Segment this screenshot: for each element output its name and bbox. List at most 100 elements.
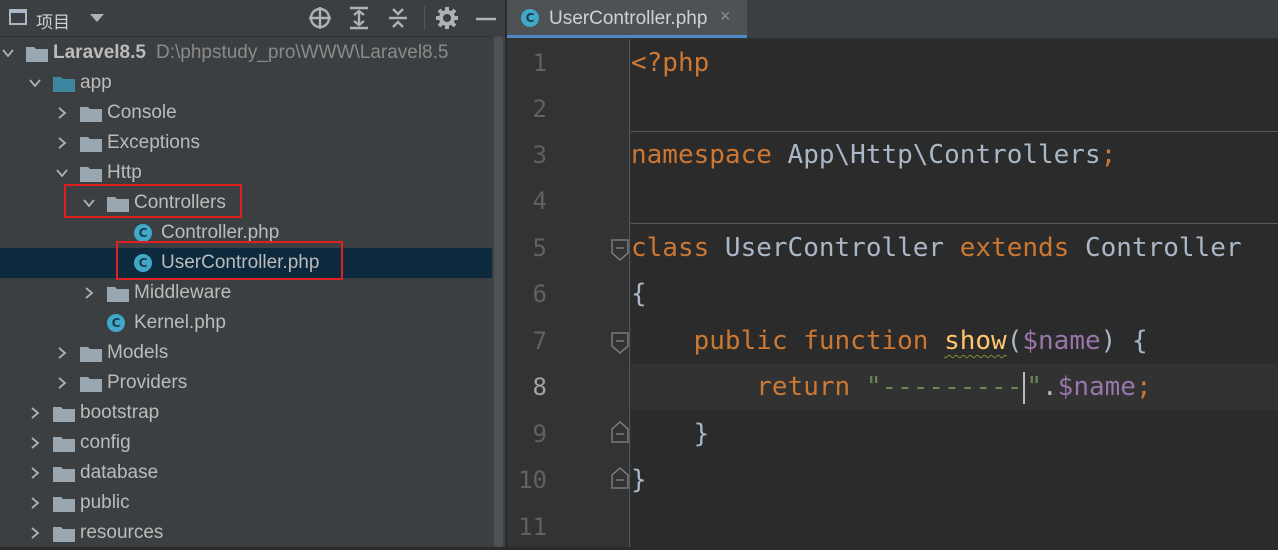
- tree-item-label: public: [80, 492, 130, 513]
- line-number: 2: [532, 95, 547, 123]
- code-line-10[interactable]: }: [631, 457, 1278, 503]
- keyword-public: public: [693, 326, 788, 356]
- folder-icon: [80, 137, 102, 152]
- tree-item-models[interactable]: Models: [0, 338, 492, 368]
- fold-open-icon[interactable]: [610, 239, 630, 261]
- code-line-7[interactable]: public function show($name) {: [631, 318, 1278, 364]
- fold-end-icon[interactable]: [610, 467, 630, 489]
- paren-open: (: [1006, 326, 1023, 356]
- line-number: 1: [532, 49, 547, 77]
- tree-item-kernel-php[interactable]: C Kernel.php: [0, 308, 492, 338]
- tree-item-database[interactable]: database: [0, 458, 492, 488]
- keyword-namespace: namespace: [631, 140, 772, 170]
- chevron-right-icon[interactable]: [56, 137, 68, 149]
- code-line-1[interactable]: <?php: [631, 40, 1278, 86]
- keyword-extends: extends: [959, 233, 1070, 263]
- source-folder-icon: [53, 77, 75, 92]
- line-number: 3: [532, 141, 547, 169]
- tree-item-providers[interactable]: Providers: [0, 368, 492, 398]
- tree-item-label: resources: [80, 522, 164, 543]
- fold-open-icon[interactable]: [610, 332, 630, 354]
- tree-item-label: Exceptions: [107, 132, 200, 153]
- minimize-icon[interactable]: [472, 4, 500, 32]
- chevron-right-icon[interactable]: [29, 437, 41, 449]
- method-separator: [631, 223, 1278, 224]
- tree-scrollbar-thumb[interactable]: [494, 36, 503, 547]
- line-gutter: 1 2 3 4 5 6 7 8 9 10 11: [507, 39, 631, 547]
- code-line-6[interactable]: {: [631, 271, 1278, 317]
- chevron-right-icon[interactable]: [83, 287, 95, 299]
- folder-icon: [80, 107, 102, 122]
- namespace-name: App\Http\Controllers: [771, 140, 1101, 170]
- string-literal: "---------: [865, 372, 1023, 402]
- chevron-right-icon[interactable]: [29, 497, 41, 509]
- paren-close-brace: ) {: [1100, 326, 1148, 356]
- project-panel-title[interactable]: 项目: [36, 8, 70, 33]
- fold-end-icon[interactable]: [610, 421, 630, 443]
- tree-item-resources[interactable]: resources: [0, 518, 492, 547]
- folder-icon: [80, 377, 102, 392]
- chevron-down-icon[interactable]: [2, 47, 14, 59]
- tree-item-label: database: [80, 462, 159, 483]
- tree-item-app[interactable]: app: [0, 68, 492, 98]
- highlight-box-usercontroller: [116, 241, 343, 280]
- chevron-down-icon[interactable]: [56, 167, 68, 179]
- highlight-box-controllers: [64, 184, 242, 218]
- tree-scrollbar[interactable]: [492, 36, 505, 547]
- tree-item-label: Middleware: [134, 282, 232, 303]
- keyword-class: class: [631, 233, 710, 263]
- collapse-all-icon[interactable]: [384, 4, 412, 32]
- tree-item-console[interactable]: Console: [0, 98, 492, 128]
- line-number: 4: [532, 187, 547, 215]
- line-number-current: 8: [532, 373, 547, 401]
- variable: $name: [1057, 372, 1136, 402]
- php-class-icon: C: [107, 314, 125, 332]
- tree-item-label: Models: [107, 342, 169, 363]
- close-brace: }: [631, 465, 647, 495]
- tree-item-public[interactable]: public: [0, 488, 492, 518]
- folder-icon: [53, 437, 75, 452]
- code-line-8[interactable]: return "--------- ".$name;: [631, 364, 1278, 410]
- tree-item-label: Laravel8.5: [53, 42, 146, 63]
- locate-icon[interactable]: [306, 4, 334, 32]
- chevron-right-icon[interactable]: [29, 527, 41, 539]
- chevron-right-icon[interactable]: [56, 377, 68, 389]
- chevron-right-icon[interactable]: [29, 407, 41, 419]
- string-quote: ": [1026, 372, 1043, 402]
- semicolon: ;: [1135, 372, 1152, 402]
- tree-item-middleware[interactable]: Middleware: [0, 278, 492, 308]
- code-area[interactable]: <?php namespace App\Http\Controllers; cl…: [631, 39, 1278, 547]
- chevron-down-icon[interactable]: [90, 14, 104, 22]
- close-icon[interactable]: ×: [720, 6, 731, 27]
- tree-item-label: config: [80, 432, 131, 453]
- line-number: 5: [532, 234, 547, 262]
- folder-icon: [53, 407, 75, 422]
- expand-all-icon[interactable]: [345, 4, 373, 32]
- folder-icon: [53, 527, 75, 542]
- close-brace: }: [693, 419, 710, 449]
- keyword-return: return: [756, 372, 851, 402]
- toolbar-divider: [424, 6, 425, 30]
- gear-icon[interactable]: [433, 4, 461, 32]
- code-line-9[interactable]: }: [631, 411, 1278, 457]
- tree-item-exceptions[interactable]: Exceptions: [0, 128, 492, 158]
- tree-item-bootstrap[interactable]: bootstrap: [0, 398, 492, 428]
- chevron-down-icon[interactable]: [29, 77, 41, 89]
- line-number: 6: [532, 280, 547, 308]
- tree-item-config[interactable]: config: [0, 428, 492, 458]
- code-line-3[interactable]: namespace App\Http\Controllers;: [631, 132, 1278, 178]
- param-variable: $name: [1022, 326, 1101, 356]
- folder-icon: [26, 47, 48, 62]
- chevron-right-icon[interactable]: [29, 467, 41, 479]
- line-number: 11: [518, 513, 547, 541]
- project-panel-header: 项目: [0, 0, 505, 37]
- code-line-5[interactable]: class UserController extends Controller: [631, 225, 1278, 271]
- tab-usercontroller-php[interactable]: C UserController.php ×: [507, 0, 747, 38]
- tree-item-label: bootstrap: [80, 402, 160, 423]
- gutter-divider: [629, 39, 630, 547]
- chevron-right-icon[interactable]: [56, 347, 68, 359]
- line-number: 9: [532, 420, 547, 448]
- tab-label: UserController.php: [549, 8, 708, 29]
- chevron-right-icon[interactable]: [56, 107, 68, 119]
- tree-item-laravel8-5[interactable]: Laravel8.5 D:\phpstudy_pro\WWW\Laravel8.5: [0, 38, 492, 68]
